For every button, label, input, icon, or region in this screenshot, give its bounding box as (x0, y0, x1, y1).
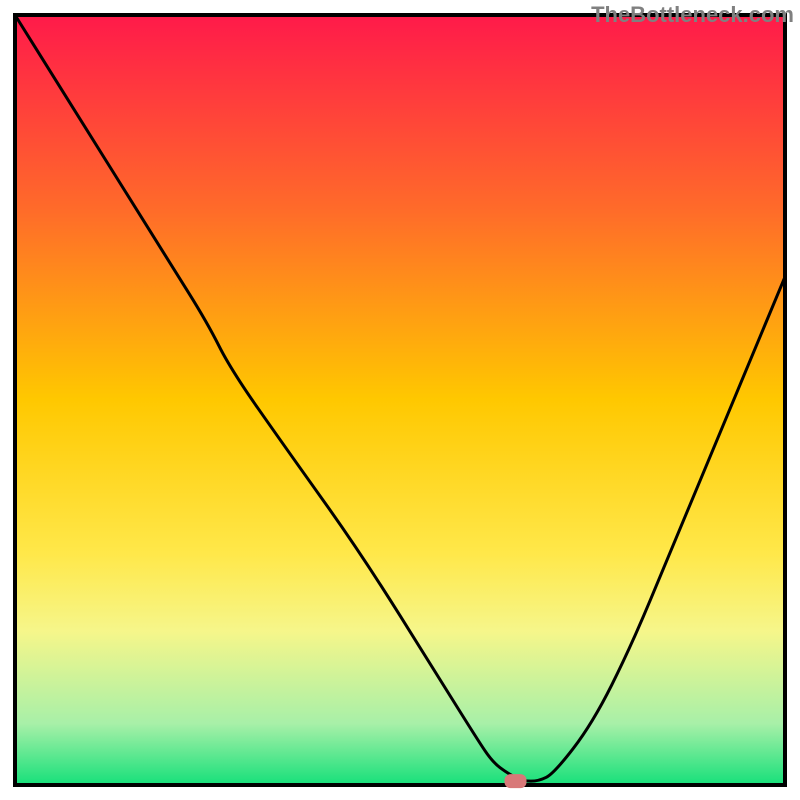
optimal-marker (505, 774, 527, 788)
gradient-background (15, 15, 785, 785)
chart-container: TheBottleneck.com (0, 0, 800, 800)
bottleneck-chart (0, 0, 800, 800)
watermark-text: TheBottleneck.com (591, 2, 794, 28)
